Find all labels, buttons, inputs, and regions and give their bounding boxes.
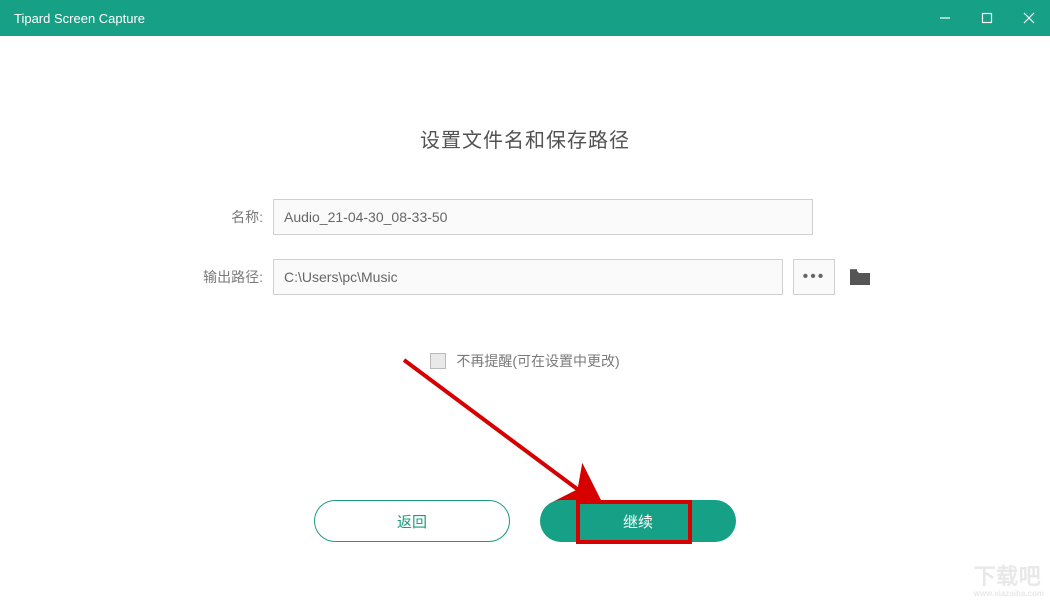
form: 名称: 输出路径: •••: [175, 199, 875, 295]
maximize-icon: [980, 11, 994, 25]
dialog-content: 设置文件名和保存路径 名称: 输出路径: •••: [0, 36, 1050, 600]
app-window: Tipard Screen Capture 设置文件名和保存路径 名称:: [0, 0, 1050, 600]
path-row: 输出路径: •••: [175, 259, 875, 295]
name-label: 名称:: [175, 207, 273, 227]
back-button[interactable]: 返回: [314, 500, 510, 542]
continue-button[interactable]: 继续: [540, 500, 736, 542]
titlebar[interactable]: Tipard Screen Capture: [0, 0, 1050, 36]
watermark-sub: www.xiazaiba.com: [974, 589, 1044, 598]
minimize-icon: [938, 11, 952, 25]
dialog-heading: 设置文件名和保存路径: [0, 36, 1050, 153]
dont-remind-label: 不再提醒(可在设置中更改): [456, 351, 619, 371]
button-row: 返回 继续: [0, 500, 1050, 542]
watermark-text: 下载吧: [974, 564, 1042, 589]
maximize-button[interactable]: [966, 0, 1008, 36]
name-input[interactable]: [273, 199, 813, 235]
close-button[interactable]: [1008, 0, 1050, 36]
path-label: 输出路径:: [175, 267, 273, 287]
open-folder-button[interactable]: [845, 259, 875, 295]
folder-icon: [849, 268, 871, 286]
name-row: 名称:: [175, 199, 875, 235]
watermark: 下载吧 www.xiazaiba.com: [974, 559, 1044, 598]
dont-remind-checkbox[interactable]: [430, 353, 446, 369]
browse-button[interactable]: •••: [793, 259, 835, 295]
continue-button-label: 继续: [623, 511, 653, 532]
close-icon: [1022, 11, 1036, 25]
ellipsis-icon: •••: [803, 268, 826, 286]
app-title: Tipard Screen Capture: [14, 11, 145, 26]
window-controls: [924, 0, 1050, 36]
minimize-button[interactable]: [924, 0, 966, 36]
path-input[interactable]: [273, 259, 783, 295]
back-button-label: 返回: [397, 511, 427, 532]
dont-remind-row: 不再提醒(可在设置中更改): [0, 351, 1050, 371]
